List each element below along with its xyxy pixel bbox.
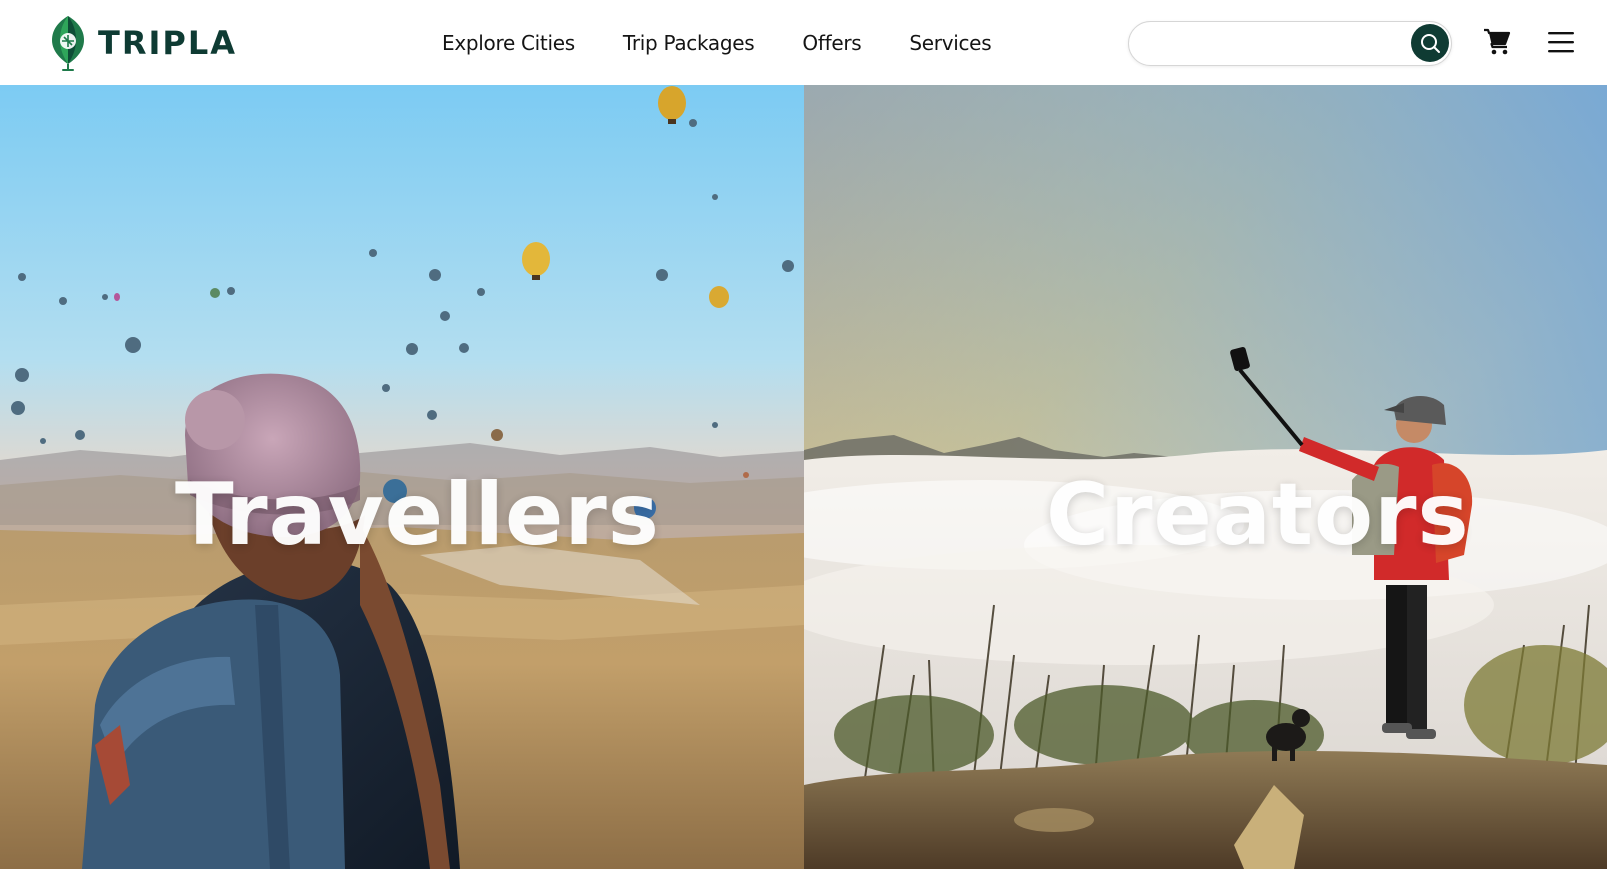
nav-offers[interactable]: Offers [802, 31, 861, 55]
tripla-logo-icon [52, 16, 84, 71]
hamburger-menu-icon[interactable] [1547, 30, 1575, 54]
brand-logo[interactable]: TRIPLA [50, 14, 237, 72]
creators-panel[interactable]: Creators [804, 85, 1607, 869]
site-header: TRIPLA Explore Cities Trip Packages Offe… [0, 0, 1607, 85]
search-icon [1421, 34, 1440, 53]
nav-services[interactable]: Services [909, 31, 991, 55]
search-input[interactable] [1147, 28, 1397, 58]
search-button[interactable] [1411, 24, 1449, 62]
travellers-title: Travellers [175, 465, 660, 565]
shopping-cart-icon[interactable] [1483, 28, 1511, 56]
nav-explore-cities[interactable]: Explore Cities [442, 31, 575, 55]
travellers-panel[interactable]: Travellers [0, 85, 804, 869]
search-bar [1128, 21, 1452, 66]
nav-trip-packages[interactable]: Trip Packages [623, 31, 755, 55]
brand-name: TRIPLA [98, 24, 237, 62]
main-nav: Explore Cities Trip Packages Offers Serv… [442, 0, 1039, 85]
creators-title: Creators [1046, 465, 1470, 565]
